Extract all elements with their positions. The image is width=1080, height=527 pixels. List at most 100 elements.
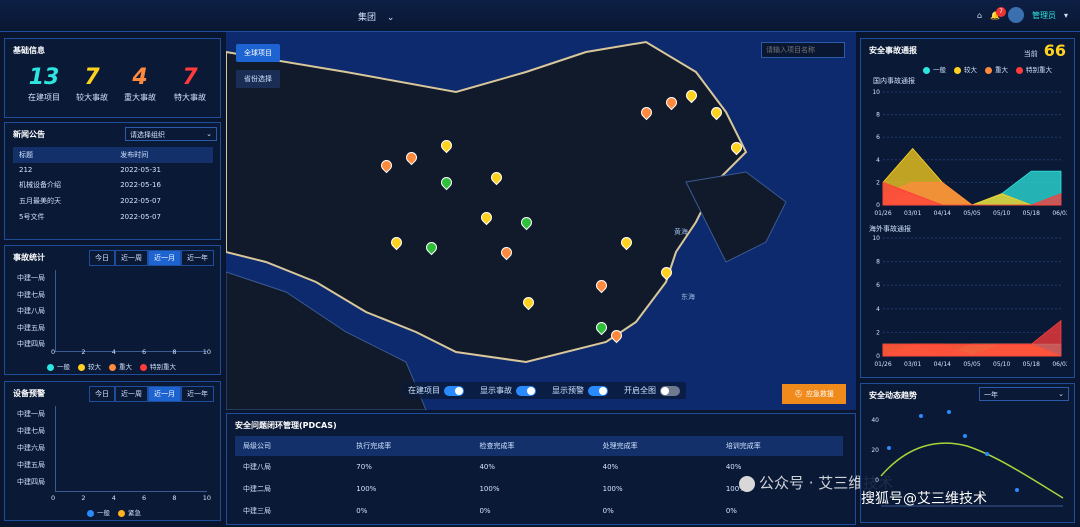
toggle-warnings[interactable]: 显示预警 [552,385,608,396]
china-map[interactable]: 全球项目 省份选择 黄海 东海 在建项目 显示事故 显示预警 开启全图 ⛑ 应急… [226,32,856,410]
cell: 五月最美的天 [19,197,61,205]
col-process: 处理完成率 [602,442,638,450]
y-tick-label: 4 [876,157,880,164]
tab-week[interactable]: 近一周 [115,250,148,266]
period-tabs: 今日 近一周 近一月 近一年 [89,386,214,402]
cell: 100% [479,485,500,493]
legend-item: 一般 [87,507,110,517]
y-tick-label: 6 [876,134,880,141]
tick: 4 [111,494,116,502]
cell: 0% [602,507,614,515]
kpi-value: 13 [28,65,60,90]
legend-label: 紧急 [128,509,141,517]
y-tick-label: 2 [876,179,880,186]
global-projects-button[interactable]: 全球项目 [236,44,280,62]
org-selector[interactable]: 集团 ⌄ [358,10,394,23]
today-label: 当前 [1023,50,1038,58]
user-name[interactable]: 管理员 [1032,10,1056,21]
rescue-icon: ⛑ [794,390,803,398]
cell: 中建八局 [243,463,271,471]
period-tabs: 今日 近一周 近一月 近一年 [89,250,214,266]
accident-stats-panel: 事故统计 今日 近一周 近一月 近一年 中建一局 中建七局 中建八局 中建五局 … [4,245,221,375]
cell: 100% [602,485,623,493]
row-label: 中建五局 [17,461,45,469]
domestic-title: 国内事故通报 [873,77,915,85]
top-bar: 集团 ⌄ ⌂ 🔔 7 管理员 ▾ [0,0,1080,32]
wechat-icon [739,475,755,492]
legend-item: 重大 [109,361,132,371]
avatar[interactable] [1007,7,1024,23]
legend-item: 较大 [954,64,977,74]
project-search-input[interactable] [761,42,845,58]
x-tick-label: 05/18 [1023,210,1040,217]
home-icon[interactable]: ⌂ [977,11,982,20]
kpi-projects: 13 在建项目 [19,65,69,103]
legend-label: 一般 [97,509,110,517]
kpi-label: 重大事故 [124,93,156,102]
cell: 2022-05-31 [120,166,161,174]
tick: 8 [172,348,177,356]
tab-today[interactable]: 今日 [89,250,115,266]
tick: 2 [81,494,86,502]
kpi-label: 较大事故 [76,93,108,102]
table-row[interactable]: 212 2022-05-31 [13,163,213,177]
legend: 一般 紧急 [87,507,141,517]
y-tick-label: 10 [872,89,880,96]
cell: 0% [479,507,491,515]
toggle-accidents[interactable]: 显示事故 [480,385,536,396]
tab-month[interactable]: 近一月 [148,386,181,402]
org-select[interactable]: 请选择组织 ⌄ [125,127,217,141]
kpi-value: 7 [182,65,198,90]
x-tick-label: 06/02 [1052,210,1067,217]
tab-year[interactable]: 近一年 [181,386,214,402]
table-row[interactable]: 五月最美的天 2022-05-07 [13,193,213,209]
tick: 2 [81,348,86,356]
x-tick-label: 03/01 [904,210,921,217]
emergency-rescue-button[interactable]: ⛑ 应急救援 [782,384,846,404]
cell: 机械设备介绍 [19,181,61,189]
y-tick-label: 6 [876,282,880,289]
chevron-down-icon: ⌄ [1058,390,1064,398]
toggle-label: 显示预警 [552,386,584,395]
col-training: 培训完成率 [725,442,761,450]
kpi-value: 7 [84,65,100,90]
table-row[interactable]: 中建三局 0% 0% 0% 0% [235,500,843,522]
x-tick-label: 05/10 [993,361,1010,368]
col-check: 检查完成率 [479,442,515,450]
kpi-label: 在建项目 [28,93,60,102]
cell: 2022-05-07 [120,213,161,221]
toggle-full-map[interactable]: 开启全图 [624,385,680,396]
tab-year[interactable]: 近一年 [181,250,214,266]
tab-today[interactable]: 今日 [89,386,115,402]
legend-item: 紧急 [118,507,141,517]
news-table: 标题 发布时间 212 2022-05-31 机械设备介绍 2022-05-16 五… [13,147,213,225]
tick: 4 [111,348,116,356]
plot-area [55,406,207,492]
tab-month[interactable]: 近一月 [148,250,181,266]
kpi-serious: 4 重大事故 [115,65,165,103]
chevron-down-icon: ⌄ [386,13,395,23]
sea-label-east: 东海 [681,293,695,301]
cell: 40% [602,463,619,471]
row-label: 中建五局 [17,323,45,332]
row-label: 中建七局 [17,427,45,435]
legend-label: 较大 [88,363,101,371]
trend-period-select[interactable]: 一年 ⌄ [979,387,1069,401]
bar-rows: 中建一局 中建七局 中建六局 中建五局 中建四局 [17,406,45,491]
chevron-down-icon[interactable]: ▾ [1064,11,1068,20]
overseas-chart: 0 2 4 6 8 10 01/26 03/01 04/14 05/05 05/10 05/18 06/… [872,235,1067,368]
bell-icon[interactable]: 🔔 7 [990,6,1006,20]
x-ticks: 0 2 4 6 8 10 [51,348,211,356]
tab-week[interactable]: 近一周 [115,386,148,402]
kpi-value: 4 [132,65,148,90]
table-row[interactable]: 机械设备介绍 2022-05-16 [13,177,213,193]
province-select-button[interactable]: 省份选择 [236,70,280,88]
legend-label: 重大 [119,363,132,371]
toggle-projects[interactable]: 在建项目 [408,385,464,396]
table-row[interactable]: 5号文件 2022-05-07 [13,209,213,225]
trend-y-ticks: 40 20 0 [867,406,879,496]
x-tick-label: 04/14 [934,210,951,217]
today-value: 66 [1043,41,1066,60]
tick: 8 [172,494,177,502]
y-tick-label: 10 [872,235,880,242]
